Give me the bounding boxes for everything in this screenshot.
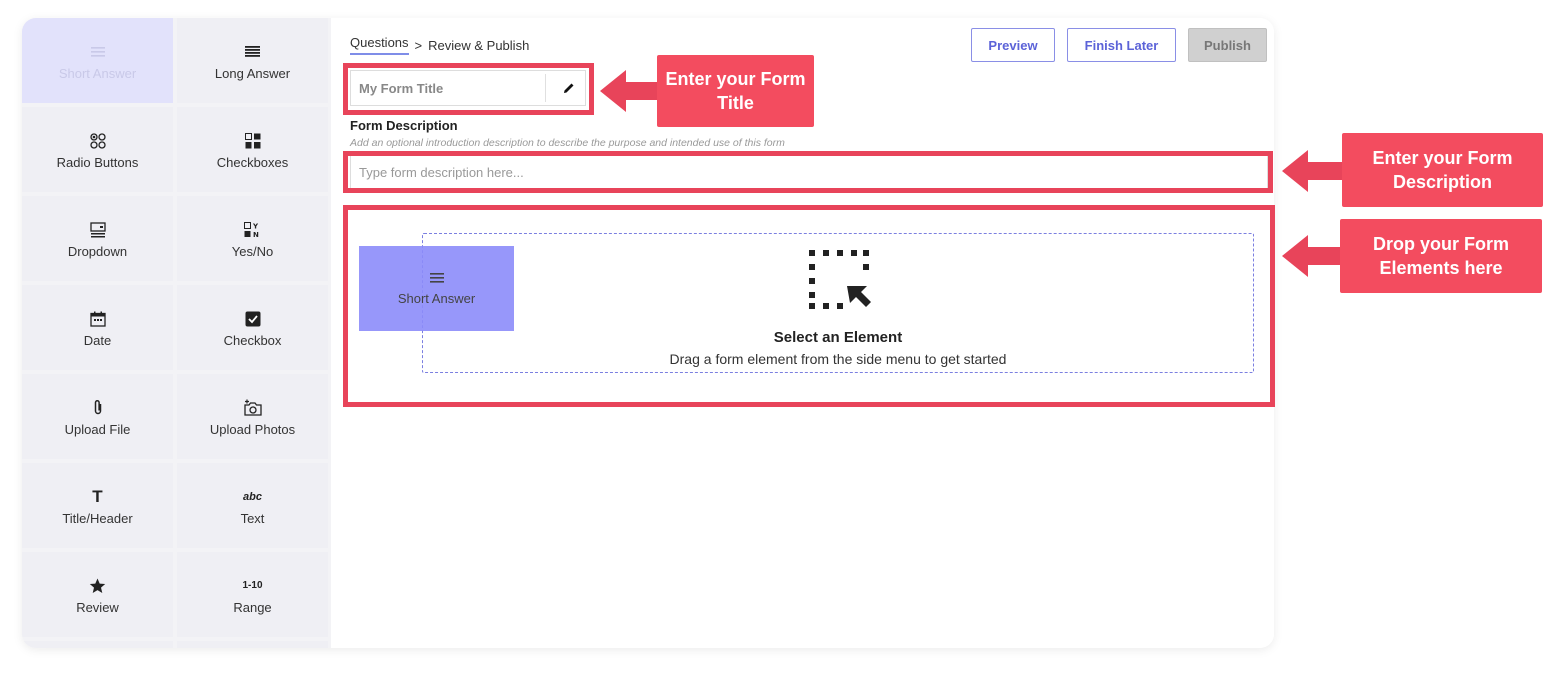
title-callout: Enter your Form Title bbox=[657, 55, 814, 127]
sidebar-item-radio-buttons[interactable]: Radio Buttons bbox=[22, 107, 173, 192]
arrow-left-icon bbox=[1282, 235, 1342, 277]
sidebar-item-label: Checkboxes bbox=[216, 154, 289, 170]
sidebar-item-title-header[interactable]: T Title/Header bbox=[22, 463, 173, 548]
sidebar-item-checkboxes[interactable]: Checkboxes bbox=[177, 107, 328, 192]
star-icon bbox=[89, 575, 106, 597]
sidebar-item-label: Upload Photos bbox=[209, 421, 296, 437]
finish-later-button[interactable]: Finish Later bbox=[1067, 28, 1176, 62]
checkboxes-icon bbox=[244, 130, 261, 152]
lines-icon bbox=[90, 41, 105, 63]
sidebar-item-review[interactable]: Review bbox=[22, 552, 173, 637]
breadcrumb-separator: > bbox=[414, 37, 423, 53]
checkbox-icon bbox=[245, 308, 261, 330]
drop-zone-highlight-box bbox=[343, 205, 1275, 407]
preview-button[interactable]: Preview bbox=[971, 28, 1055, 62]
yes-no-icon: YN bbox=[243, 219, 262, 241]
calendar-icon bbox=[89, 308, 106, 330]
description-callout: Enter your Form Description bbox=[1342, 133, 1543, 207]
svg-text:N: N bbox=[253, 231, 259, 238]
breadcrumb-questions[interactable]: Questions bbox=[350, 35, 409, 55]
sidebar-item-label: Short Answer bbox=[58, 65, 137, 81]
sidebar-item-label: Review bbox=[76, 599, 119, 615]
sidebar-item-label: Date bbox=[83, 332, 112, 348]
sidebar-item-label: Long Answer bbox=[214, 65, 291, 81]
paperclip-icon bbox=[92, 397, 104, 419]
breadcrumb-review-publish[interactable]: Review & Publish bbox=[428, 38, 529, 53]
arrow-left-icon bbox=[1282, 150, 1342, 192]
camera-icon bbox=[243, 397, 262, 419]
description-label: Form Description bbox=[350, 118, 458, 133]
sidebar-item-label: Text bbox=[240, 510, 265, 526]
title-highlight-box bbox=[343, 63, 594, 115]
sidebar-item-text[interactable]: abc Text bbox=[177, 463, 328, 548]
sidebar-item-label: Dropdown bbox=[67, 243, 128, 259]
breadcrumb: Questions > Review & Publish bbox=[350, 35, 529, 55]
sidebar-item-upload-file[interactable]: Upload File bbox=[22, 374, 173, 459]
sidebar-item-long-answer[interactable]: Long Answer bbox=[177, 18, 328, 103]
sidebar-item-label: Checkbox bbox=[223, 332, 282, 348]
sidebar-item-label: Range bbox=[233, 599, 272, 615]
sidebar-item-range[interactable]: 1-10 Range bbox=[177, 552, 328, 637]
sidebar-item-upload-photos[interactable]: Upload Photos bbox=[177, 374, 328, 459]
dropdown-icon bbox=[89, 219, 106, 241]
sidebar-item-label: Radio Buttons bbox=[56, 154, 139, 170]
sidebar-item-label: Yes/No bbox=[231, 243, 274, 259]
publish-button[interactable]: Publish bbox=[1188, 28, 1267, 62]
sidebar-item-short-answer[interactable]: Short Answer bbox=[22, 18, 173, 103]
sidebar-item-more[interactable] bbox=[22, 641, 173, 648]
elements-callout: Drop your Form Elements here bbox=[1340, 219, 1542, 293]
range-icon: 1-10 bbox=[242, 580, 263, 591]
title-icon: T bbox=[92, 486, 103, 506]
sidebar-item-more[interactable] bbox=[177, 641, 328, 648]
sidebar-item-checkbox[interactable]: Checkbox bbox=[177, 285, 328, 370]
radio-icon bbox=[89, 130, 106, 152]
svg-text:Y: Y bbox=[252, 222, 259, 230]
sidebar-item-label: Upload File bbox=[64, 421, 131, 437]
sidebar-item-dropdown[interactable]: Dropdown bbox=[22, 196, 173, 281]
sidebar-item-label: Title/Header bbox=[62, 510, 133, 526]
element-sidebar: Short Answer Long Answer Radio Buttons C… bbox=[22, 18, 331, 648]
arrow-left-icon bbox=[600, 70, 658, 112]
sidebar-item-date[interactable]: Date bbox=[22, 285, 173, 370]
description-hint: Add an optional introduction description… bbox=[350, 137, 785, 149]
description-highlight-box bbox=[343, 151, 1273, 193]
sidebar-item-yes-no[interactable]: YN Yes/No bbox=[177, 196, 328, 281]
lines-icon bbox=[245, 41, 260, 63]
text-icon: abc bbox=[243, 490, 262, 503]
